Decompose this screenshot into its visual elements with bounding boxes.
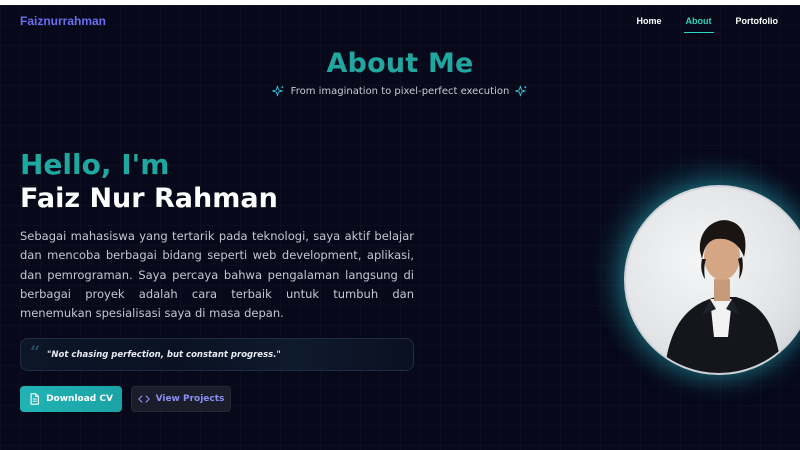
nav-links: Home About Portofolio [636, 16, 779, 33]
quote-box: “ "Not chasing perfection, but constant … [20, 338, 414, 371]
download-cv-button[interactable]: Download CV [20, 386, 122, 412]
code-icon [137, 395, 150, 403]
view-projects-button[interactable]: View Projects [131, 386, 231, 412]
quote-mark-icon: “ [30, 342, 41, 363]
greeting: Hello, I'm [20, 148, 170, 181]
nav-link-about[interactable]: About [683, 16, 714, 33]
document-icon [30, 393, 39, 405]
section-subtitle: From imagination to pixel-perfect execut… [290, 86, 510, 97]
full-name: Faiz Nur Rahman [20, 183, 278, 214]
nav-link-portofolio[interactable]: Portofolio [736, 16, 779, 31]
section-subtitle-row: From imagination to pixel-perfect execut… [0, 85, 800, 98]
profile-person-image [664, 220, 782, 373]
brand-logo[interactable]: Faiznurrahman [20, 14, 106, 28]
section-title: About Me [326, 48, 474, 79]
download-cv-label: Download CV [46, 394, 113, 404]
navbar: Faiznurrahman Home About Portofolio [0, 5, 800, 37]
quote-text: "Not chasing perfection, but constant pr… [47, 350, 281, 360]
profile-photo [624, 185, 800, 375]
nav-link-home[interactable]: Home [636, 16, 661, 31]
sparkles-icon [271, 85, 284, 97]
sparkles-icon [515, 85, 528, 97]
view-projects-label: View Projects [155, 394, 225, 404]
bio-paragraph: Sebagai mahasiswa yang tertarik pada tek… [20, 229, 414, 321]
about-page: Faiznurrahman Home About Portofolio Abou… [0, 5, 800, 450]
